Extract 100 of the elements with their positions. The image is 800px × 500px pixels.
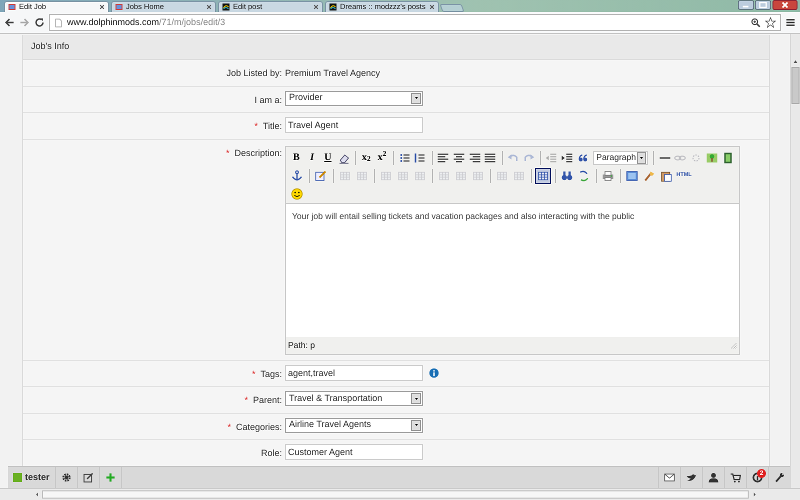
binoculars-icon (561, 170, 573, 182)
numbered-list-icon (414, 152, 426, 164)
format-dropdown[interactable]: Paragraph (593, 150, 648, 164)
text-field[interactable]: Travel Agent (285, 117, 423, 133)
cart-icon[interactable] (730, 472, 741, 483)
reload-icon[interactable] (34, 17, 45, 28)
select-field[interactable]: Airline Travel Agents (285, 418, 423, 432)
page-icon (54, 18, 63, 28)
clipboard-icon (660, 170, 672, 182)
field-label: Description: (234, 148, 282, 158)
close-icon[interactable] (313, 4, 319, 10)
person-icon[interactable] (708, 472, 719, 483)
bird-icon[interactable] (686, 472, 697, 483)
format-button[interactable]: B (289, 150, 304, 166)
info-icon[interactable] (429, 368, 439, 378)
status-square-icon (13, 473, 22, 482)
close-icon[interactable] (206, 4, 212, 10)
required-marker: * (226, 148, 230, 158)
justify-icon (484, 152, 496, 164)
logo-icon (222, 3, 230, 11)
mail-icon[interactable] (664, 472, 675, 483)
resize-grip-icon[interactable] (729, 341, 737, 349)
brush-icon (643, 170, 655, 182)
caret-icon (639, 156, 644, 160)
unlink-icon (690, 152, 702, 164)
table-rows-icon (397, 170, 409, 182)
table-icon (339, 170, 351, 182)
field-label: Job Listed by: (226, 68, 282, 78)
table-cells-icon (513, 170, 525, 182)
close-icon[interactable] (428, 4, 435, 10)
replace-icon (578, 170, 590, 182)
table-rows-icon (380, 170, 392, 182)
fullscreen-icon (626, 170, 638, 182)
field-label: Categories: (236, 422, 282, 432)
edit-icon (315, 170, 327, 182)
page-icon (115, 3, 123, 11)
text-field[interactable]: agent,travel (285, 364, 423, 380)
align-center-icon (452, 152, 465, 164)
required-marker: * (254, 121, 258, 131)
quote-icon (576, 152, 589, 164)
align-right-icon (468, 152, 481, 164)
address-bar[interactable]: www.dolphinmods.com/71/m/jobs/edit/3 (49, 14, 781, 31)
table-icon (356, 170, 368, 182)
edit-icon[interactable] (82, 472, 94, 483)
indent-icon (561, 152, 574, 164)
table-columns-icon (472, 170, 484, 182)
field-label: Role: (260, 448, 282, 458)
required-marker: * (244, 395, 248, 405)
smiley-icon (291, 188, 303, 200)
table-columns-icon (438, 170, 450, 182)
info-icon[interactable] (752, 472, 763, 483)
caret-icon (414, 423, 418, 427)
horizontal-scrollbar[interactable] (0, 488, 800, 500)
bullet-list-icon (398, 152, 411, 164)
field-label: Parent: (252, 395, 282, 405)
page-icon (8, 3, 16, 11)
align-left-icon (437, 152, 450, 164)
format-button[interactable]: x$^{2}$ (374, 150, 390, 166)
close-icon[interactable] (772, 0, 798, 10)
image-icon (706, 152, 718, 164)
username-link[interactable]: tester (25, 470, 50, 484)
table-rows-icon (414, 170, 426, 182)
required-marker: * (252, 368, 256, 378)
maximize-icon[interactable] (755, 0, 771, 10)
anchor-button[interactable] (289, 168, 305, 184)
select-field[interactable]: Provider (285, 90, 423, 106)
table-columns-icon (455, 170, 467, 182)
field-label: I am a: (254, 94, 282, 104)
close-icon[interactable] (99, 4, 105, 10)
minimize-icon[interactable] (738, 0, 754, 10)
table-button[interactable] (535, 168, 551, 184)
undo-icon (507, 152, 519, 164)
url-text: www.dolphinmods.com/71/m/jobs/edit/3 (67, 16, 226, 29)
vertical-scrollbar[interactable] (790, 34, 800, 488)
field-label: Title: (262, 121, 282, 131)
table-cells-icon (496, 170, 508, 182)
caret-icon (414, 396, 418, 400)
required-marker: * (227, 422, 231, 432)
format-button[interactable]: x$_{2}$ (358, 150, 374, 166)
editor-text[interactable]: Your job will entail selling tickets and vacation packages and also interacting with the public (286, 202, 739, 336)
redo-icon (522, 152, 535, 164)
select-field[interactable]: Travel & Transportation (285, 391, 423, 406)
zoom-icon[interactable] (751, 18, 761, 28)
gear-icon[interactable] (60, 472, 72, 483)
wrench-icon[interactable] (774, 472, 785, 483)
format-button[interactable]: U (320, 150, 336, 166)
eraser-icon (338, 152, 350, 164)
printer-icon (602, 170, 614, 182)
panel-title: Job's Info (31, 40, 70, 54)
smiley-button[interactable] (289, 186, 305, 202)
text-field[interactable]: Customer Agent (285, 444, 423, 460)
film-icon (722, 152, 734, 164)
menu-icon[interactable] (785, 17, 796, 28)
element-path: Path: p (288, 338, 315, 352)
star-icon[interactable] (765, 17, 776, 28)
field-label: Tags: (260, 368, 282, 378)
anchor-icon (291, 170, 303, 182)
back-icon[interactable] (4, 17, 15, 28)
format-button[interactable]: I (304, 150, 320, 166)
logo-icon (329, 3, 337, 11)
